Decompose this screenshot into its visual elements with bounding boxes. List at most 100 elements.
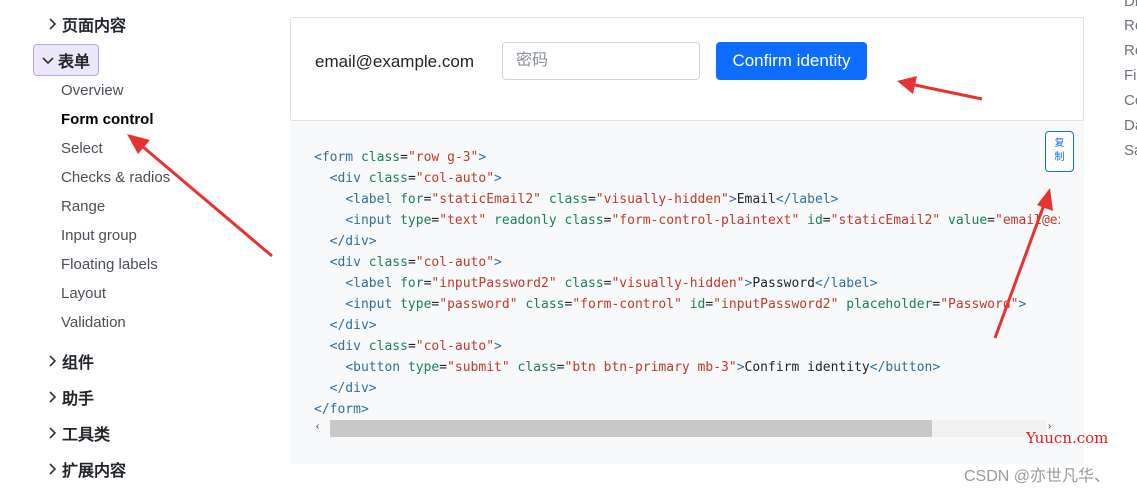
code-line: <form class="row g-3"> <box>314 147 1060 168</box>
toc-item[interactable]: Di <box>1124 0 1137 10</box>
toc-item[interactable]: Re <box>1124 42 1137 59</box>
code-token: type <box>400 213 432 228</box>
code-token: <button <box>345 360 408 375</box>
code-token: class <box>517 360 557 375</box>
code-line: <label for="staticEmail2" class="visuall… <box>314 189 1060 210</box>
sidebar-item-validation[interactable]: Validation <box>61 312 126 334</box>
code-token: </label> <box>814 276 878 291</box>
code-token: type <box>407 360 440 375</box>
code-token: "visually-hidden" <box>595 192 729 207</box>
copy-button[interactable]: 复 制 <box>1045 131 1074 172</box>
code-token: class <box>525 297 565 312</box>
toc-item[interactable]: Da <box>1124 117 1137 134</box>
code-snippet: <form class="row g-3"> <div class="col-a… <box>290 121 1084 464</box>
sidebar-section-utilities[interactable]: 工具类 <box>44 418 110 448</box>
code-token: "staticEmail2" <box>830 213 941 228</box>
code-token: <div <box>329 255 369 270</box>
csdn-watermark: CSDN @亦世凡华、 <box>964 468 1111 485</box>
code-token: = <box>822 213 831 228</box>
code-token: "row g-3" <box>407 150 479 165</box>
code-token: value <box>948 213 988 228</box>
code-token: </div> <box>329 234 377 249</box>
sidebar-section-label: 表单 <box>58 54 91 71</box>
sidebar-item-checks-radios[interactable]: Checks & radios <box>61 167 170 189</box>
confirm-identity-button[interactable]: Confirm identity <box>716 42 867 80</box>
code-token: <input <box>345 213 401 228</box>
code-line: </div> <box>314 315 1060 336</box>
code-token: "staticEmail2" <box>431 192 541 207</box>
code-line: </div> <box>314 231 1060 252</box>
sidebar-section-helpers[interactable]: 助手 <box>44 382 94 412</box>
code-token: placeholder <box>846 297 933 312</box>
password-input[interactable] <box>502 42 700 80</box>
code-token: > <box>478 150 487 165</box>
code-token: </button> <box>869 360 941 375</box>
toc-item[interactable]: Re <box>1124 17 1137 34</box>
code-token: <div <box>329 171 369 186</box>
toc-item[interactable]: Sa <box>1124 142 1137 159</box>
sidebar-item-input-group[interactable]: Input group <box>61 225 137 247</box>
code-token: id <box>689 297 706 312</box>
code-token: readonly <box>494 213 557 228</box>
sidebar-section-label: 工具类 <box>62 427 111 444</box>
sidebar-item-select[interactable]: Select <box>61 138 103 160</box>
scroll-left-arrow-icon[interactable]: ‹ <box>316 421 326 435</box>
code-token: = <box>407 339 416 354</box>
code-token: class <box>368 339 408 354</box>
sidebar-item-overview[interactable]: Overview <box>61 80 124 102</box>
sidebar-section-forms[interactable]: 表单 <box>33 44 100 76</box>
form-example-preview: email@example.com Confirm identity <box>290 17 1084 121</box>
code-token: = <box>439 360 448 375</box>
code-token: = <box>587 192 596 207</box>
sidebar-item-form-control[interactable]: Form control <box>61 109 154 131</box>
docs-sidebar: 页面内容 表单 Overview Form control Select Che… <box>0 0 290 493</box>
code-token: = <box>400 150 408 165</box>
code-token: id <box>807 213 823 228</box>
code-token: class <box>368 255 408 270</box>
sidebar-item-floating-labels[interactable]: Floating labels <box>61 254 158 276</box>
code-token: "col-auto" <box>415 255 495 270</box>
code-line: <input type="password" class="form-contr… <box>314 294 1060 315</box>
code-token: > <box>494 171 502 186</box>
sidebar-section-page-content[interactable]: 页面内容 <box>44 9 126 39</box>
code-token: > <box>736 360 745 375</box>
code-token: </div> <box>329 318 377 333</box>
sidebar-section-label: 助手 <box>62 391 95 408</box>
sidebar-section-extend[interactable]: 扩展内容 <box>44 454 126 484</box>
code-token: > <box>494 339 502 354</box>
code-line: <div class="col-auto"> <box>314 336 1060 357</box>
code-token: "col-auto" <box>415 339 495 354</box>
code-token: "inputPassword2" <box>431 276 557 291</box>
code-line: <label for="inputPassword2" class="visua… <box>314 273 1060 294</box>
code-token: <label <box>345 192 401 207</box>
sidebar-item-range[interactable]: Range <box>61 196 105 218</box>
sidebar-section-components[interactable]: 组件 <box>44 346 94 376</box>
toc-item[interactable]: Fil <box>1124 67 1137 84</box>
static-email-value: email@example.com <box>315 52 474 71</box>
sidebar-item-layout[interactable]: Layout <box>61 283 106 305</box>
toc-item[interactable]: Co <box>1124 92 1137 109</box>
code-token: class <box>548 192 588 207</box>
code-token: "inputPassword2" <box>713 297 839 312</box>
code-token: type <box>400 297 432 312</box>
chevron-right-icon <box>49 391 57 403</box>
code-line: <div class="col-auto"> <box>314 168 1060 189</box>
chevron-right-icon <box>49 463 57 475</box>
code-token: </div> <box>329 381 377 396</box>
horizontal-scrollbar-thumb[interactable] <box>330 420 932 437</box>
code-token: <div <box>329 339 369 354</box>
code-block: <form class="row g-3"> <div class="col-a… <box>314 147 1060 420</box>
code-token: for <box>400 192 424 207</box>
